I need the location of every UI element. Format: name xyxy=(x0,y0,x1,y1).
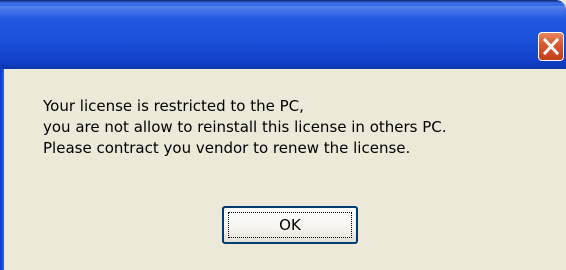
dialog-message: Your license is restricted to the PC, yo… xyxy=(43,96,447,159)
message-line: Your license is restricted to the PC, xyxy=(43,97,304,115)
ok-button[interactable]: OK xyxy=(222,206,358,244)
window-left-border xyxy=(0,69,4,270)
message-line: you are not allow to reinstall this lice… xyxy=(43,118,447,136)
ok-button-label: OK xyxy=(228,212,352,238)
title-bar[interactable] xyxy=(0,0,566,69)
close-x-icon xyxy=(542,37,560,56)
close-button[interactable] xyxy=(538,32,564,61)
message-line: Please contract you vendor to renew the … xyxy=(43,139,411,157)
message-dialog: Your license is restricted to the PC, yo… xyxy=(0,0,566,270)
